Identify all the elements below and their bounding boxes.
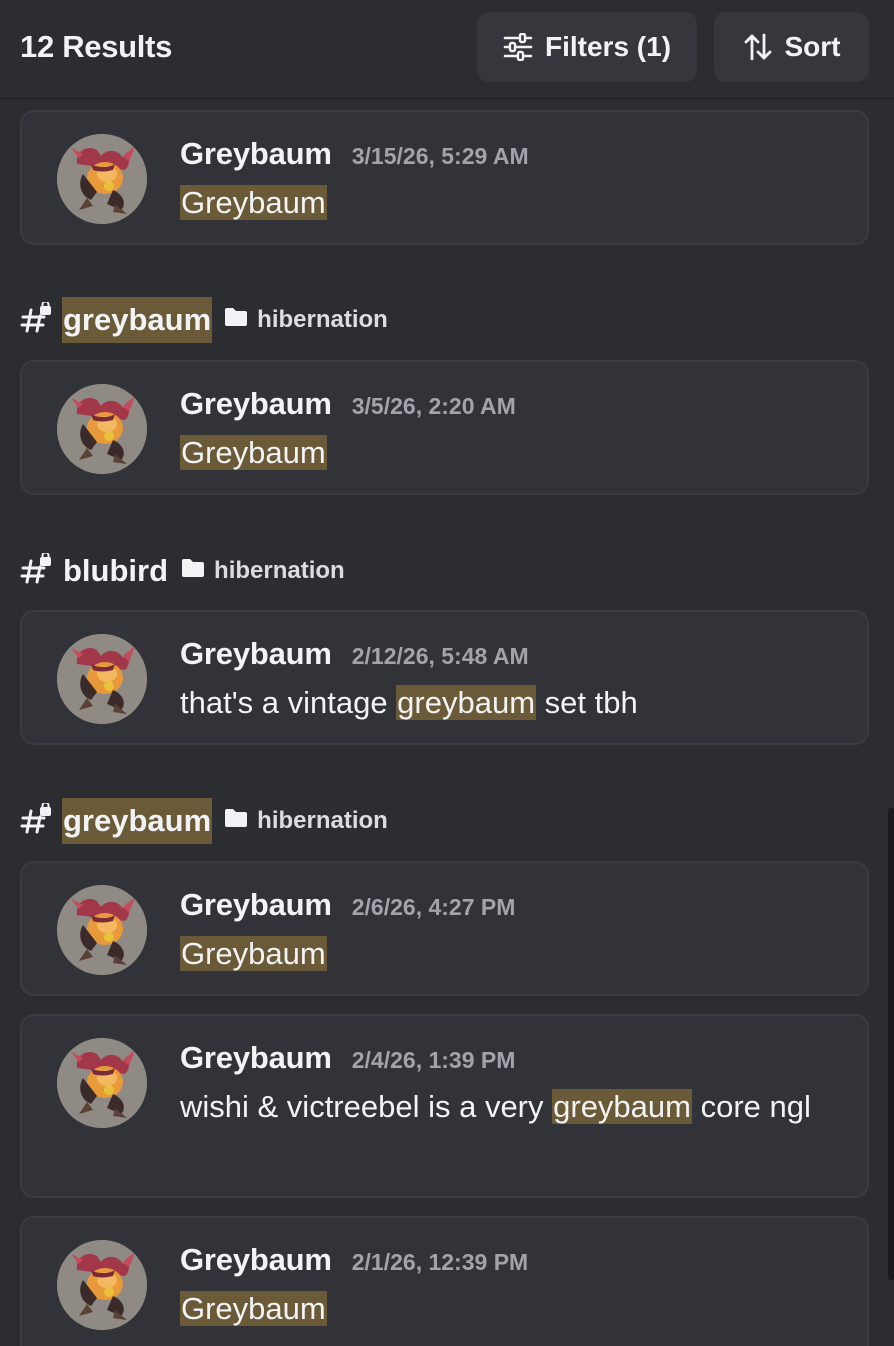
locked-hash-icon <box>20 801 54 840</box>
channel-header[interactable]: blubird hibernation <box>20 547 345 595</box>
message-header: Greybaum 2/4/26, 1:39 PM <box>180 1038 515 1078</box>
search-match-highlight: greybaum <box>552 1089 692 1124</box>
avatar[interactable] <box>57 1240 147 1330</box>
message-timestamp: 2/1/26, 12:39 PM <box>351 1249 529 1275</box>
channel-category: hibernation <box>224 807 388 835</box>
message-timestamp: 2/4/26, 1:39 PM <box>351 1047 516 1073</box>
channel-name[interactable]: greybaum <box>62 798 213 844</box>
message-timestamp: 2/12/26, 5:48 AM <box>351 643 529 669</box>
sliders-icon <box>503 33 533 61</box>
message-timestamp: 3/15/26, 5:29 AM <box>351 143 529 169</box>
message-text: set tbh <box>536 685 638 720</box>
message-header: Greybaum 2/6/26, 4:27 PM <box>180 885 515 925</box>
message-content: Greybaum <box>180 930 840 978</box>
folder-icon <box>181 557 205 585</box>
message-header: Greybaum 2/1/26, 12:39 PM <box>180 1240 528 1280</box>
channel-category: hibernation <box>181 557 345 585</box>
locked-hash-icon <box>20 551 54 590</box>
search-result-message[interactable]: Greybaum 3/15/26, 5:29 AM Greybaum <box>20 110 869 245</box>
category-name: hibernation <box>257 306 388 333</box>
author-name[interactable]: Greybaum <box>180 384 332 424</box>
search-match-highlight: Greybaum <box>180 185 327 220</box>
channel-header[interactable]: greybaum hibernation <box>20 797 388 845</box>
channel-name[interactable]: greybaum <box>62 297 213 343</box>
search-result-message[interactable]: Greybaum 2/6/26, 4:27 PM Greybaum <box>20 861 869 996</box>
search-match-highlight: Greybaum <box>180 435 327 470</box>
message-timestamp: 2/6/26, 4:27 PM <box>351 894 516 920</box>
message-text: core ngl <box>691 1089 811 1124</box>
category-name: hibernation <box>257 807 388 834</box>
sort-button[interactable]: Sort <box>714 12 869 82</box>
avatar[interactable] <box>57 885 147 975</box>
message-content: Greybaum <box>180 179 840 227</box>
sort-arrows-icon <box>743 32 773 62</box>
search-result-message[interactable]: Greybaum 3/5/26, 2:20 AM Greybaum <box>20 360 869 495</box>
message-timestamp: 3/5/26, 2:20 AM <box>351 393 516 419</box>
avatar[interactable] <box>57 1038 147 1128</box>
search-match-highlight: greybaum <box>396 685 537 720</box>
message-header: Greybaum 2/12/26, 5:48 AM <box>180 634 529 674</box>
filters-button[interactable]: Filters (1) <box>477 12 697 82</box>
message-content: wishi & victreebel is a very greybaum co… <box>180 1083 840 1131</box>
avatar[interactable] <box>57 634 147 724</box>
search-result-message[interactable]: Greybaum 2/1/26, 12:39 PM Greybaum <box>20 1216 869 1346</box>
author-name[interactable]: Greybaum <box>180 634 332 674</box>
message-content: Greybaum <box>180 429 840 477</box>
scrollbar-thumb[interactable] <box>888 808 894 1280</box>
folder-icon <box>224 306 248 334</box>
channel-name[interactable]: blubird <box>62 548 169 594</box>
message-header: Greybaum 3/15/26, 5:29 AM <box>180 134 529 174</box>
results-header: 12 Results Filters (1) Sort <box>0 0 894 99</box>
avatar[interactable] <box>57 384 147 474</box>
search-match-highlight: Greybaum <box>180 936 327 971</box>
category-name: hibernation <box>214 557 345 584</box>
author-name[interactable]: Greybaum <box>180 1038 332 1078</box>
author-name[interactable]: Greybaum <box>180 134 332 174</box>
message-header: Greybaum 3/5/26, 2:20 AM <box>180 384 516 424</box>
filters-label: Filters (1) <box>544 31 672 62</box>
folder-icon <box>224 807 248 835</box>
locked-hash-icon <box>20 300 54 339</box>
author-name[interactable]: Greybaum <box>180 1240 332 1280</box>
channel-category: hibernation <box>224 306 388 334</box>
message-content: that's a vintage greybaum set tbh <box>180 679 840 727</box>
message-text: wishi & victreebel is a very <box>180 1089 553 1124</box>
message-text: that's a vintage <box>180 685 397 720</box>
search-results-list[interactable]: Greybaum 3/15/26, 5:29 AM Greybaum greyb… <box>0 99 894 1346</box>
sort-label: Sort <box>784 31 841 62</box>
search-result-message[interactable]: Greybaum 2/4/26, 1:39 PM wishi & victree… <box>20 1014 869 1198</box>
channel-header[interactable]: greybaum hibernation <box>20 296 388 344</box>
avatar[interactable] <box>57 134 147 224</box>
results-count: 12 Results <box>20 29 173 64</box>
message-content: Greybaum <box>180 1285 840 1333</box>
search-match-highlight: Greybaum <box>180 1291 327 1326</box>
search-result-message[interactable]: Greybaum 2/12/26, 5:48 AM that's a vinta… <box>20 610 869 745</box>
author-name[interactable]: Greybaum <box>180 885 332 925</box>
